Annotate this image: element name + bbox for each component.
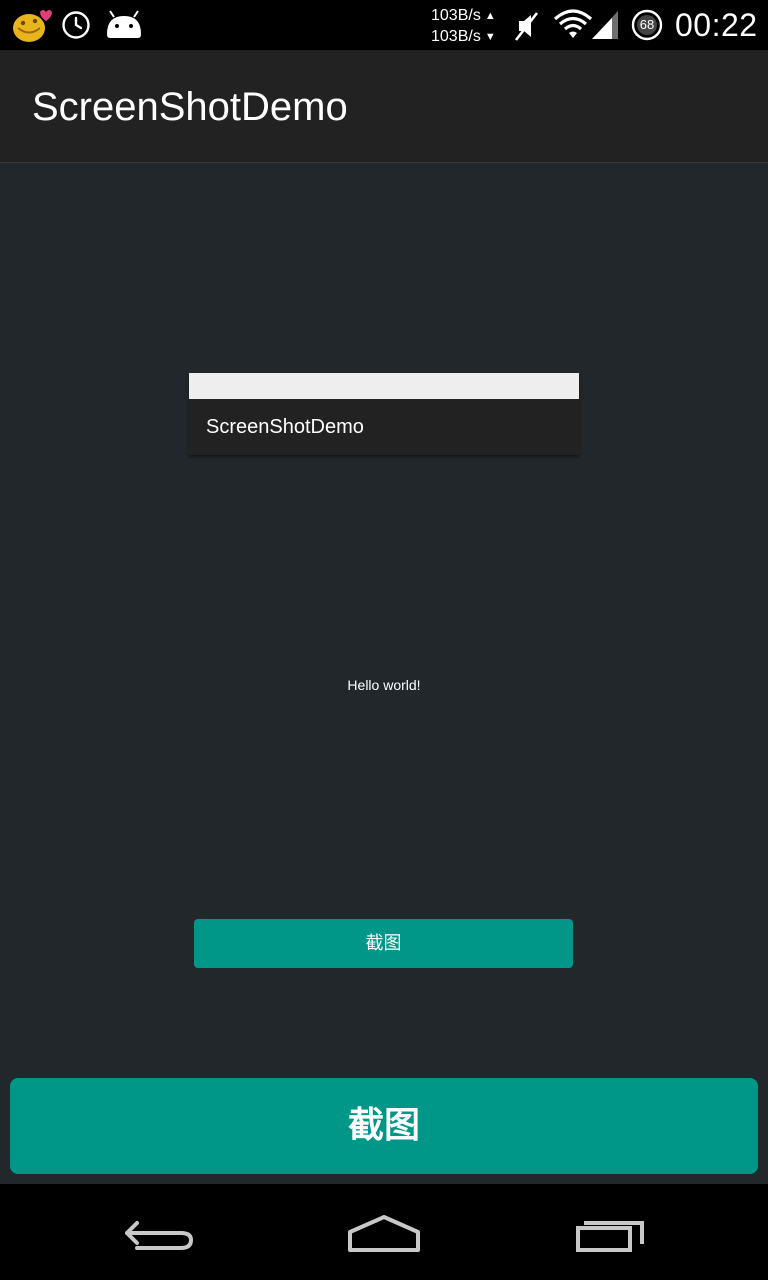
- back-button[interactable]: [105, 1205, 215, 1263]
- preview-title: ScreenShotDemo: [206, 416, 364, 438]
- screenshot-preview-image: ScreenShotDemo: [189, 373, 579, 455]
- signal-icon: [592, 11, 618, 39]
- network-speed-down-icon: ▼: [484, 31, 496, 43]
- alarm-clock-icon: [62, 11, 90, 39]
- mute-icon: [514, 12, 539, 41]
- network-speed-up-icon: ▲: [484, 10, 496, 22]
- recents-icon: [576, 1221, 644, 1252]
- home-icon: [348, 1215, 420, 1252]
- emoji-notification-icon: [13, 10, 52, 42]
- app-title: ScreenShotDemo: [32, 85, 348, 129]
- android-debug-icon: [107, 10, 141, 38]
- back-icon: [125, 1221, 194, 1250]
- screenshot-button-small[interactable]: 截图: [194, 919, 573, 968]
- wifi-icon: [553, 9, 593, 38]
- speed-up-text: 103B/s: [431, 7, 481, 24]
- hello-text: Hello world!: [347, 677, 421, 693]
- recents-button[interactable]: [555, 1205, 665, 1263]
- action-bar: ScreenShotDemo: [0, 50, 768, 163]
- status-clock: 00:22: [675, 7, 758, 43]
- preview-status-strip: [189, 373, 579, 399]
- status-bar: 103B/s ▲ 103B/s ▼ 68 00:22: [0, 0, 768, 50]
- network-speed: 103B/s ▲ 103B/s ▼: [431, 5, 505, 47]
- screenshot-button-large[interactable]: 截图: [10, 1078, 758, 1174]
- battery-level-text: 68: [639, 17, 655, 32]
- home-button[interactable]: [329, 1205, 439, 1263]
- speed-down-text: 103B/s: [431, 28, 481, 45]
- preview-action-bar: ScreenShotDemo: [189, 399, 579, 455]
- screen: 103B/s ▲ 103B/s ▼ 68 00:22 ScreenShotDem…: [0, 0, 768, 1280]
